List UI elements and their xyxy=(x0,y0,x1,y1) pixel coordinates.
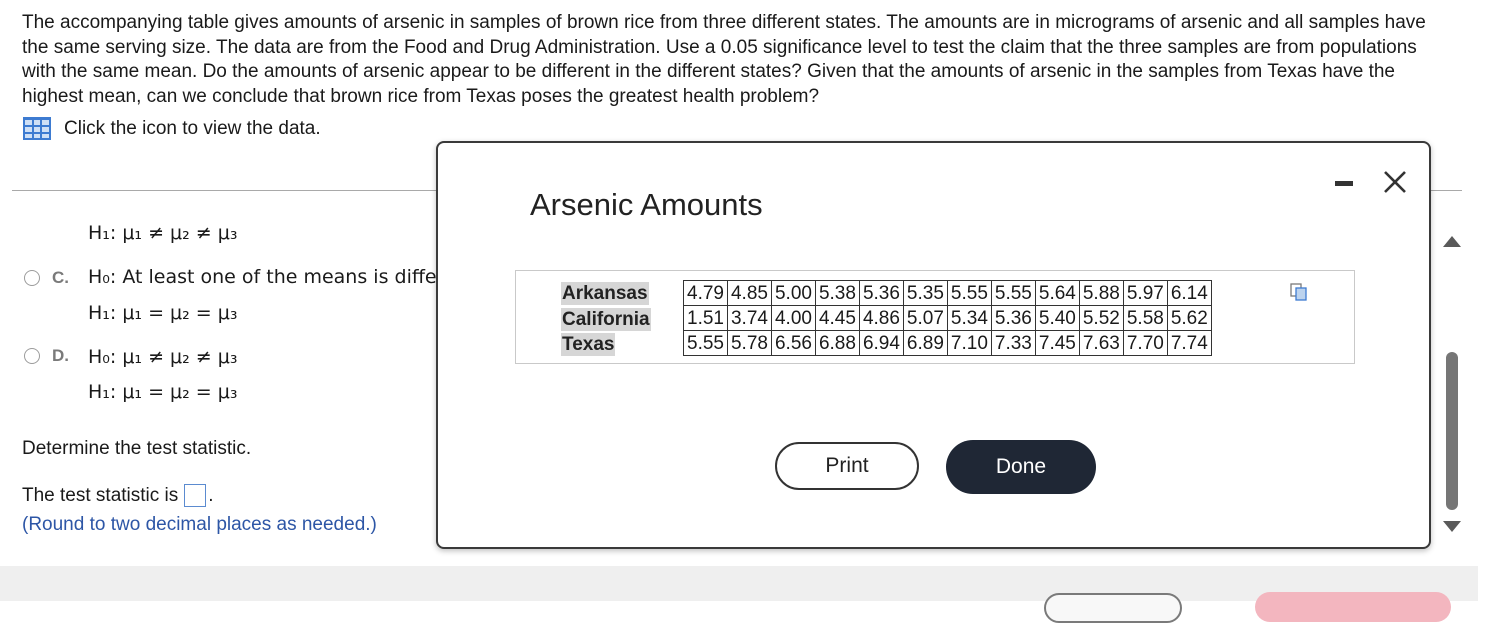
table-cell: 5.64 xyxy=(1034,280,1080,306)
table-cell: 6.89 xyxy=(902,330,948,356)
print-button[interactable]: Print xyxy=(775,442,919,490)
table-cell: 4.86 xyxy=(858,305,904,331)
option-c-radio[interactable] xyxy=(24,270,40,286)
table-cell: 1.51 xyxy=(683,305,728,331)
row-label-arkansas: Arkansas xyxy=(561,282,649,305)
table-cell: 5.35 xyxy=(902,280,948,306)
arsenic-values-table: 4.79 4.85 5.00 5.38 5.36 5.35 5.55 5.55 5.64 5.88… xyxy=(683,280,1212,356)
table-cell: 5.38 xyxy=(814,280,860,306)
table-cell: 4.85 xyxy=(726,280,772,306)
question-text: The accompanying table gives amounts of … xyxy=(22,12,1426,107)
table-cell: 4.79 xyxy=(683,280,728,306)
table-cell: 5.62 xyxy=(1166,305,1212,331)
table-cell: 5.07 xyxy=(902,305,948,331)
table-cell: 5.34 xyxy=(946,305,992,331)
table-cell: 5.40 xyxy=(1034,305,1080,331)
option-d-radio[interactable] xyxy=(24,348,40,364)
option-d-h0: H₀: μ₁ ≠ μ₂ ≠ μ₃ xyxy=(88,346,238,368)
test-statistic-row: The test statistic is . xyxy=(22,484,214,507)
rounding-note: (Round to two decimal places as needed.) xyxy=(22,514,377,535)
table-cell: 4.00 xyxy=(770,305,816,331)
table-cell: 7.63 xyxy=(1078,330,1124,356)
row-labels: Arkansas California Texas xyxy=(560,281,651,358)
table-cell: 5.36 xyxy=(990,305,1036,331)
table-cell: 5.55 xyxy=(683,330,728,356)
data-table-frame: Arkansas California Texas 4.79 4.85 5.00 5.… xyxy=(515,270,1355,364)
minimize-button[interactable] xyxy=(1334,169,1356,195)
table-cell: 6.14 xyxy=(1166,280,1212,306)
table-row: 4.79 4.85 5.00 5.38 5.36 5.35 5.55 5.55 5.64 5.88… xyxy=(683,280,1212,306)
table-cell: 7.33 xyxy=(990,330,1036,356)
table-cell: 5.58 xyxy=(1122,305,1168,331)
table-cell: 6.88 xyxy=(814,330,860,356)
scroll-down-arrow-icon[interactable] xyxy=(1443,521,1461,532)
bottom-secondary-button[interactable] xyxy=(1044,593,1182,623)
modal-title: Arsenic Amounts xyxy=(530,187,763,222)
data-modal: Arsenic Amounts Arkansas California Texa… xyxy=(436,141,1431,549)
minimize-icon xyxy=(1335,181,1353,186)
row-label-california: California xyxy=(561,307,651,331)
scroll-up-arrow-icon[interactable] xyxy=(1443,236,1461,247)
table-cell: 7.45 xyxy=(1034,330,1080,356)
table-cell: 4.45 xyxy=(814,305,860,331)
table-cell: 5.55 xyxy=(946,280,992,306)
close-icon[interactable] xyxy=(1380,167,1410,197)
table-row: 1.51 3.74 4.00 4.45 4.86 5.07 5.34 5.36 5.40 5.52… xyxy=(683,305,1212,331)
table-cell: 5.88 xyxy=(1078,280,1124,306)
table-cell: 5.52 xyxy=(1078,305,1124,331)
table-cell: 7.70 xyxy=(1122,330,1168,356)
test-statistic-prompt: Determine the test statistic. xyxy=(22,438,252,459)
option-c-h1: H₁: μ₁ = μ₂ = μ₃ xyxy=(88,302,238,324)
row-label-texas: Texas xyxy=(561,333,616,356)
test-statistic-suffix: . xyxy=(208,484,214,506)
scrollbar-thumb[interactable] xyxy=(1446,352,1458,510)
table-cell: 3.74 xyxy=(726,305,772,331)
test-statistic-label: The test statistic is xyxy=(22,484,179,506)
table-grid-icon[interactable] xyxy=(22,116,52,141)
table-cell: 7.74 xyxy=(1166,330,1212,356)
table-cell: 5.97 xyxy=(1122,280,1168,306)
table-cell: 5.00 xyxy=(770,280,816,306)
option-c-h0: H₀: At least one of the means is differe… xyxy=(88,266,476,288)
table-cell: 6.94 xyxy=(858,330,904,356)
copy-icon[interactable] xyxy=(1289,282,1309,302)
done-button[interactable]: Done xyxy=(946,440,1096,494)
table-cell: 5.55 xyxy=(990,280,1036,306)
option-d-letter: D. xyxy=(52,346,69,365)
view-data-label[interactable]: Click the icon to view the data. xyxy=(64,118,321,140)
test-statistic-input[interactable] xyxy=(184,484,207,507)
table-cell: 5.36 xyxy=(858,280,904,306)
bottom-toolbar xyxy=(0,566,1478,601)
option-d-h1: H₁: μ₁ = μ₂ = μ₃ xyxy=(88,381,238,403)
table-row: 5.55 5.78 6.56 6.88 6.94 6.89 7.10 7.33 7.45 7.63… xyxy=(683,330,1212,356)
bottom-primary-button[interactable] xyxy=(1255,592,1451,622)
view-data-link[interactable]: Click the icon to view the data. xyxy=(22,116,321,141)
option-c-letter: C. xyxy=(52,268,69,287)
table-cell: 5.78 xyxy=(726,330,772,356)
option-b-h1: H₁: μ₁ ≠ μ₂ ≠ μ₃ xyxy=(88,222,238,244)
table-cell: 6.56 xyxy=(770,330,816,356)
table-cell: 7.10 xyxy=(946,330,992,356)
